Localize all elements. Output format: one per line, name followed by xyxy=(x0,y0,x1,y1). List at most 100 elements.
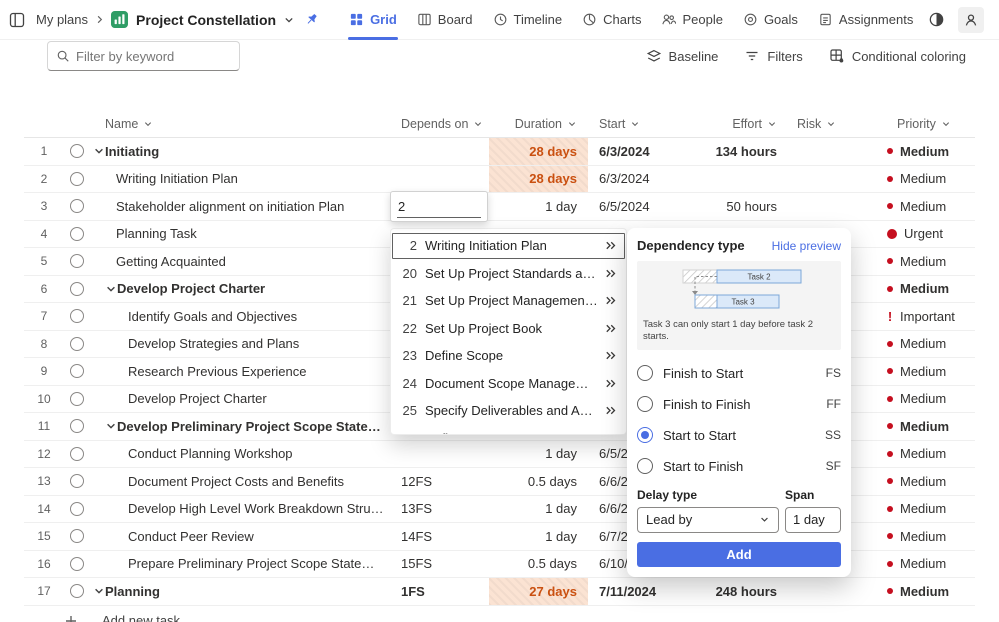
keyword-filter-box[interactable] xyxy=(47,41,240,71)
priority-cell[interactable]: Medium xyxy=(880,413,975,440)
duration-cell[interactable]: 0.5 days xyxy=(489,468,588,495)
priority-cell[interactable]: Medium xyxy=(880,578,975,605)
task-name-cell[interactable]: Prepare Preliminary Project Scope Statem… xyxy=(90,551,390,578)
risk-cell[interactable] xyxy=(790,138,880,165)
task-name-cell[interactable]: Develop Project Charter xyxy=(90,276,390,303)
depends-on-cell[interactable] xyxy=(390,138,489,165)
task-name-cell[interactable]: Planning xyxy=(90,578,390,605)
column-header-effort[interactable]: Effort xyxy=(660,111,790,137)
start-date-cell[interactable]: 6/5/2024 xyxy=(588,193,660,220)
start-date-cell[interactable]: 6/3/2024 xyxy=(588,138,660,165)
task-status-circle[interactable] xyxy=(64,441,90,468)
duration-cell[interactable]: 27 days xyxy=(489,578,588,605)
task-status-circle[interactable] xyxy=(64,468,90,495)
task-row[interactable]: 1Initiating28 days6/3/2024134 hoursMediu… xyxy=(24,138,975,166)
priority-cell[interactable]: Medium xyxy=(880,441,975,468)
depends-on-cell[interactable]: 15FS xyxy=(390,551,489,578)
baseline-button[interactable]: Baseline xyxy=(646,48,719,64)
insert-dependency-icon[interactable] xyxy=(604,432,617,435)
dependency-type-option-sf[interactable]: Start to FinishSF xyxy=(637,451,841,482)
priority-cell[interactable]: Medium xyxy=(880,468,975,495)
insert-dependency-icon[interactable] xyxy=(604,322,617,335)
depends-on-cell[interactable]: 13FS xyxy=(390,496,489,523)
depends-on-input[interactable] xyxy=(397,195,481,218)
dependency-option[interactable]: 22Set Up Project Book xyxy=(391,315,626,343)
depends-on-cell[interactable]: 1FS xyxy=(390,578,489,605)
task-name-cell[interactable]: Develop Preliminary Project Scope Statem… xyxy=(90,413,390,440)
insert-dependency-icon[interactable] xyxy=(604,404,617,417)
task-status-circle[interactable] xyxy=(64,276,90,303)
task-name-cell[interactable]: Conduct Peer Review xyxy=(90,523,390,550)
effort-cell[interactable]: 248 hours xyxy=(660,578,790,605)
dependency-option[interactable]: 26Define Scope xyxy=(391,425,626,436)
priority-cell[interactable]: Medium xyxy=(880,248,975,275)
duration-cell[interactable]: 1 day xyxy=(489,496,588,523)
task-name-cell[interactable]: Stakeholder alignment on initiation Plan xyxy=(90,193,390,220)
task-name-cell[interactable]: Planning Task xyxy=(90,221,390,248)
task-name-cell[interactable]: Writing Initiation Plan xyxy=(90,166,390,193)
task-name-cell[interactable]: Getting Acquainted xyxy=(90,248,390,275)
task-row[interactable]: 17Planning1FS27 days7/11/2024248 hoursMe… xyxy=(24,578,975,606)
tab-grid[interactable]: Grid xyxy=(339,0,407,40)
members-button[interactable] xyxy=(958,7,984,33)
task-status-circle[interactable] xyxy=(64,358,90,385)
insert-dependency-icon[interactable] xyxy=(604,267,617,280)
dependency-option[interactable]: 24Document Scope Management Plan xyxy=(391,370,626,398)
priority-cell[interactable]: Medium xyxy=(880,523,975,550)
priority-cell[interactable]: Urgent xyxy=(880,221,975,248)
task-name-cell[interactable]: Identify Goals and Objectives xyxy=(90,303,390,330)
tab-timeline[interactable]: Timeline xyxy=(483,0,573,40)
tab-board[interactable]: Board xyxy=(407,0,483,40)
delay-type-select[interactable]: Lead by xyxy=(637,507,779,533)
task-status-circle[interactable] xyxy=(64,303,90,330)
breadcrumb-my-plans[interactable]: My plans xyxy=(36,12,88,27)
task-status-circle[interactable] xyxy=(64,413,90,440)
duration-cell[interactable]: 28 days xyxy=(489,166,588,193)
duration-cell[interactable]: 1 day xyxy=(489,193,588,220)
expand-chevron-icon[interactable] xyxy=(105,420,117,432)
task-status-circle[interactable] xyxy=(64,331,90,358)
task-status-circle[interactable] xyxy=(64,166,90,193)
effort-cell[interactable] xyxy=(660,166,790,193)
insert-dependency-icon[interactable] xyxy=(604,294,617,307)
column-header-name[interactable]: Name xyxy=(90,111,390,137)
start-date-cell[interactable]: 6/3/2024 xyxy=(588,166,660,193)
task-status-circle[interactable] xyxy=(64,496,90,523)
insert-dependency-icon[interactable] xyxy=(604,239,617,252)
priority-cell[interactable]: !Important xyxy=(880,303,975,330)
task-name-cell[interactable]: Research Previous Experience xyxy=(90,358,390,385)
column-header-risk[interactable]: Risk xyxy=(790,111,880,137)
dependency-type-option-ss[interactable]: Start to StartSS xyxy=(637,420,841,451)
dependency-option[interactable]: 25Specify Deliverables and Acceptance Cr… xyxy=(391,397,626,425)
priority-cell[interactable]: Medium xyxy=(880,386,975,413)
tab-people[interactable]: People xyxy=(651,0,732,40)
priority-cell[interactable]: Medium xyxy=(880,496,975,523)
pin-icon[interactable] xyxy=(304,12,319,27)
task-name-cell[interactable]: Develop Project Charter xyxy=(90,386,390,413)
column-header-duration[interactable]: Duration xyxy=(489,111,588,137)
duration-cell[interactable]: 1 day xyxy=(489,523,588,550)
priority-cell[interactable]: Medium xyxy=(880,551,975,578)
priority-cell[interactable]: Medium xyxy=(880,358,975,385)
task-status-circle[interactable] xyxy=(64,578,90,605)
task-status-circle[interactable] xyxy=(64,138,90,165)
conditional-coloring-button[interactable]: Conditional coloring xyxy=(829,48,966,64)
task-name-cell[interactable]: Initiating xyxy=(90,138,390,165)
title-chevron-down-icon[interactable] xyxy=(283,14,295,26)
add-new-task-button[interactable]: Add new task xyxy=(24,606,975,622)
app-launcher-button[interactable] xyxy=(8,7,26,33)
priority-cell[interactable]: Medium xyxy=(880,331,975,358)
task-status-circle[interactable] xyxy=(64,551,90,578)
risk-cell[interactable] xyxy=(790,578,880,605)
risk-cell[interactable] xyxy=(790,193,880,220)
tab-charts[interactable]: Charts xyxy=(572,0,651,40)
priority-cell[interactable]: Medium xyxy=(880,166,975,193)
depends-on-cell[interactable]: 14FS xyxy=(390,523,489,550)
effort-cell[interactable]: 50 hours xyxy=(660,193,790,220)
duration-cell[interactable]: 1 day xyxy=(489,441,588,468)
task-status-circle[interactable] xyxy=(64,523,90,550)
dependency-option[interactable]: 21Set Up Project Management Tools xyxy=(391,287,626,315)
depends-on-cell[interactable]: 12FS xyxy=(390,468,489,495)
task-status-circle[interactable] xyxy=(64,221,90,248)
task-status-circle[interactable] xyxy=(64,386,90,413)
